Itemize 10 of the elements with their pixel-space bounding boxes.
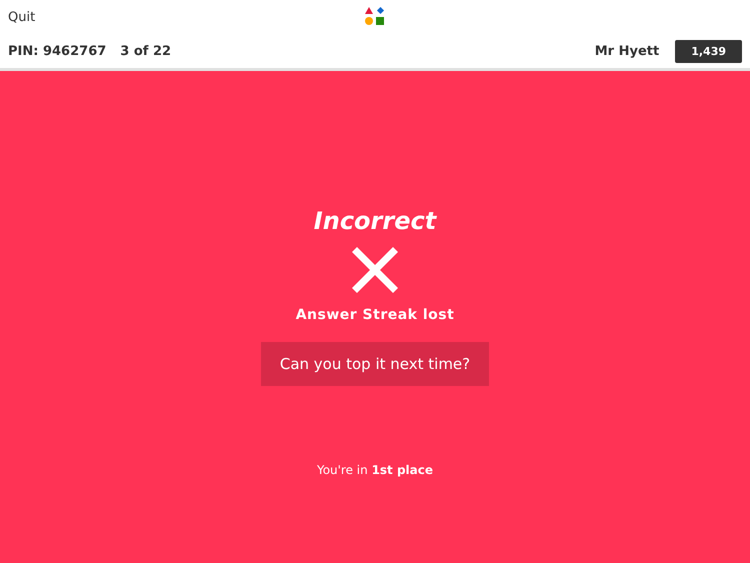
- streak-text: Answer Streak lost: [296, 307, 454, 323]
- rank-text: You're in 1st place: [316, 463, 434, 477]
- quit-button[interactable]: Quit: [8, 10, 36, 24]
- game-pin: PIN: 9462767: [8, 44, 106, 58]
- encouragement-banner: Can you top it next time?: [260, 342, 490, 386]
- player-name: Mr Hyett: [594, 44, 660, 58]
- cross-icon: [352, 247, 398, 293]
- logo-icon: [365, 7, 386, 27]
- result-title: Incorrect: [314, 207, 436, 235]
- score-badge: 1,439: [675, 40, 742, 62]
